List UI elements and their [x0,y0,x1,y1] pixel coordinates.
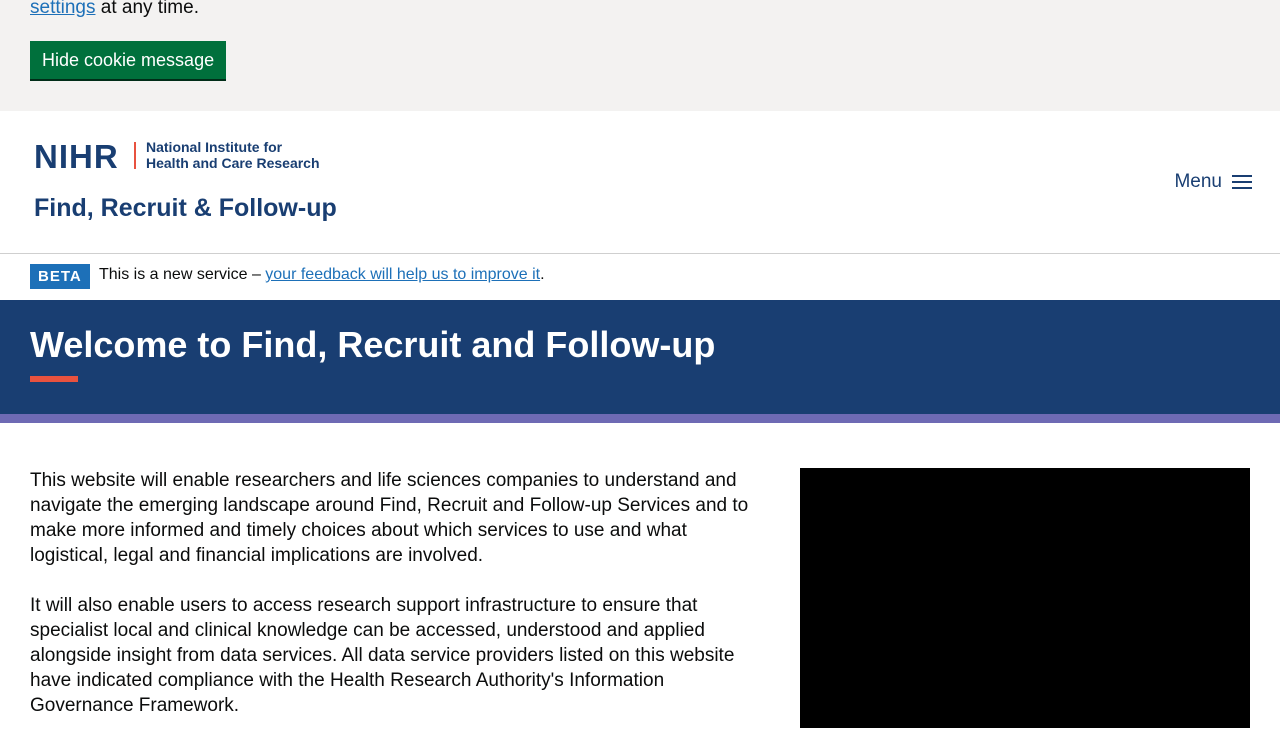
institute-line-1: National Institute for [146,139,283,155]
intro-text: This website will enable researchers and… [30,468,760,743]
hamburger-icon [1232,174,1252,190]
main-content: This website will enable researchers and… [0,423,1280,728]
institute-name: National Institute for Health and Care R… [146,139,320,171]
page-title: Welcome to Find, Recruit and Follow-up [30,324,716,365]
beta-text-before: This is a new service – [99,266,266,283]
hero-banner: Welcome to Find, Recruit and Follow-up [0,300,1280,414]
site-header: NIHR National Institute for Health and C… [0,111,1280,254]
beta-banner: BETA This is a new service – your feedba… [0,254,1280,300]
feedback-link[interactable]: your feedback will help us to improve it [265,266,540,283]
menu-label: Menu [1174,171,1222,192]
nihr-logo-text[interactable]: NIHR [34,138,119,176]
beta-text-after: . [540,266,545,283]
title-accent-bar [30,376,78,382]
hide-cookie-message-button[interactable]: Hide cookie message [30,41,227,79]
video-player[interactable] [800,468,1250,728]
beta-tag: BETA [30,264,90,289]
cookie-message-text: at any time. [95,0,199,18]
beta-message: This is a new service – your feedback wi… [99,266,545,284]
institute-line-2: Health and Care Research [146,155,320,171]
cookie-banner: settings at any time. Hide cookie messag… [0,0,1280,111]
intro-paragraph-1: This website will enable researchers and… [30,470,749,566]
hero-stripe [0,414,1280,423]
cookie-settings-link[interactable]: settings [30,0,95,18]
logo-divider [134,142,136,169]
cookie-message: settings at any time. [30,0,199,20]
intro-paragraph-2: It will also enable users to access rese… [30,595,735,716]
service-name[interactable]: Find, Recruit & Follow-up [34,194,337,223]
menu-button[interactable]: Menu [1174,171,1252,193]
